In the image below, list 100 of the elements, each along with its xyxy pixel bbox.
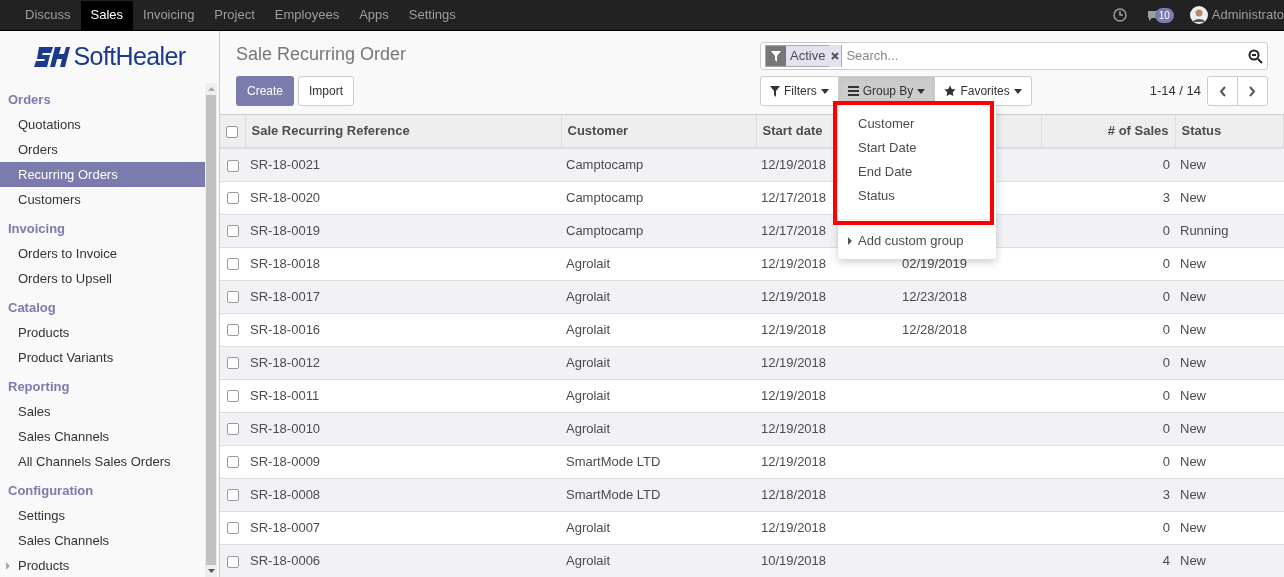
select-all-checkbox[interactable] [226,125,239,138]
dropdown-item[interactable]: Status [838,184,996,208]
nav-menu-item[interactable]: Project [204,0,265,30]
caret-icon [1013,88,1022,94]
previous-button[interactable] [1207,76,1238,106]
nav-menu-item[interactable]: Discuss [15,0,81,30]
sidebar-item[interactable]: Settings [0,503,205,528]
sidebar-item[interactable]: Products [0,320,205,345]
table-row[interactable]: SR-18-0007 Agrolait 12/19/2018 0 New [220,511,1284,544]
table-cell: New [1180,553,1206,568]
column-header[interactable]: Customer [567,123,629,139]
table-cell: 0 [1162,288,1170,304]
row-checkbox[interactable] [226,522,239,535]
column-header[interactable]: # of Sales [1107,123,1169,139]
expand-icon [6,561,10,570]
column-header[interactable]: Status [1181,123,1222,139]
sidebar-item[interactable]: Customers [0,187,205,212]
table-cell: New [1180,453,1206,469]
table-row[interactable]: SR-18-0006 Agrolait 10/19/2018 4 New [220,544,1284,577]
table-cell: 12/19/2018 [761,387,827,403]
create-button[interactable]: Create [236,76,295,106]
row-checkbox[interactable] [226,225,239,238]
dropdown-item[interactable]: Customer [838,112,996,136]
table-cell: New [1180,387,1206,403]
table-cell: 3 [1162,486,1170,502]
sidebar-item[interactable]: Recurring Orders [0,162,205,187]
row-checkbox[interactable] [226,258,239,271]
table-row[interactable]: SR-18-0009 SmartMode LTD 12/19/2018 0 New [220,445,1284,478]
table-cell: SR-18-0007 [250,519,321,535]
search-option-button[interactable]: Favorites [934,76,1032,106]
scroll-down-icon[interactable] [207,569,215,573]
table-cell: 0 [1162,387,1170,403]
row-checkbox[interactable] [226,192,239,205]
nav-menu-item[interactable]: Invoicing [133,0,205,30]
import-button[interactable]: Import [298,76,355,106]
table-cell: 0 [1162,222,1170,238]
sidebar-item[interactable]: Orders [0,137,205,162]
row-checkbox[interactable] [226,324,239,337]
row-checkbox[interactable] [226,456,239,469]
column-header[interactable]: Sale Recurring Reference [251,123,410,139]
row-checkbox[interactable] [226,159,239,172]
nav-menu-item[interactable]: Employees [264,0,350,30]
sidebar-item[interactable]: Sales [0,399,205,424]
table-cell: 12/19/2018 [761,519,827,535]
table-row[interactable]: SR-18-0011 Agrolait 12/19/2018 0 New [220,379,1284,412]
table-cell: SR-18-0006 [250,553,321,568]
table-cell: 12/17/2018 [761,189,827,205]
sidebar-item[interactable]: Orders to Invoice [0,241,205,266]
sidebar-item[interactable]: Quotations [0,112,205,137]
table-cell: 0 [1162,453,1170,469]
table-cell: SR-18-0011 [250,387,320,403]
nav-menu-item[interactable]: Apps [349,0,399,30]
sidebar-item[interactable]: All Channels Sales Orders [0,449,205,474]
caret-icon [820,88,829,94]
table-row[interactable]: SR-18-0016 Agrolait 12/19/2018 12/28/2018 0 New [220,313,1284,346]
row-checkbox[interactable] [226,291,239,304]
table-cell: SR-18-0021 [250,157,321,172]
table-cell: 0 [1162,321,1170,337]
search-option-button[interactable]: Filters [760,76,839,106]
row-checkbox[interactable] [226,489,239,502]
next-button[interactable] [1237,76,1268,106]
scrollbar[interactable] [205,83,217,577]
sidebar-item[interactable]: Sales Channels [0,528,205,553]
column-header[interactable]: Start date [762,123,823,139]
avatar-icon[interactable] [1189,6,1208,24]
sidebar-item[interactable]: Product Variants [0,345,205,370]
nav-menu-item[interactable]: Sales [80,0,134,30]
table-cell: SR-18-0010 [250,420,321,436]
close-icon[interactable] [829,45,842,67]
table-cell: 12/19/2018 [761,321,827,337]
table-cell: 0 [1162,420,1170,436]
table-cell: Camptocamp [566,157,644,172]
search-bar[interactable]: Active Search... [760,42,1268,70]
scroll-up-icon[interactable] [207,87,215,91]
sidebar-item[interactable]: Sales Channels [0,424,205,449]
table-cell: New [1180,321,1206,337]
table-cell: 0 [1162,519,1170,535]
clock-icon[interactable] [1112,8,1127,22]
table-row[interactable]: SR-18-0018 Agrolait 12/19/2018 02/19/2019 0 New [220,247,1284,280]
table-row[interactable]: SR-18-0010 Agrolait 12/19/2018 0 New [220,412,1284,445]
table-cell: 0 [1162,255,1170,271]
search-icon[interactable] [1248,48,1263,64]
table-cell: SR-18-0018 [250,255,321,271]
nav-menu-item[interactable]: Settings [398,0,466,30]
logo-mark-icon [33,47,70,67]
star-icon [944,85,957,97]
search-field[interactable]: Search... [846,46,1244,66]
dropdown-item[interactable]: End Date [838,160,996,184]
row-checkbox[interactable] [226,423,239,436]
row-checkbox[interactable] [226,357,239,370]
sidebar-item[interactable]: Orders to Upsell [0,266,205,291]
sidebar-item[interactable]: Products [0,553,205,577]
table-row[interactable]: SR-18-0012 Agrolait 12/19/2018 0 New [220,346,1284,379]
table-row[interactable]: SR-18-0008 SmartMode LTD 12/18/2018 3 New [220,478,1284,511]
row-checkbox[interactable] [226,390,239,403]
expand-icon [848,237,852,245]
row-checkbox[interactable] [226,555,239,568]
chat-icon[interactable] [1146,9,1159,21]
user-name[interactable]: Administrato [1211,5,1284,25]
table-cell: New [1180,189,1206,205]
